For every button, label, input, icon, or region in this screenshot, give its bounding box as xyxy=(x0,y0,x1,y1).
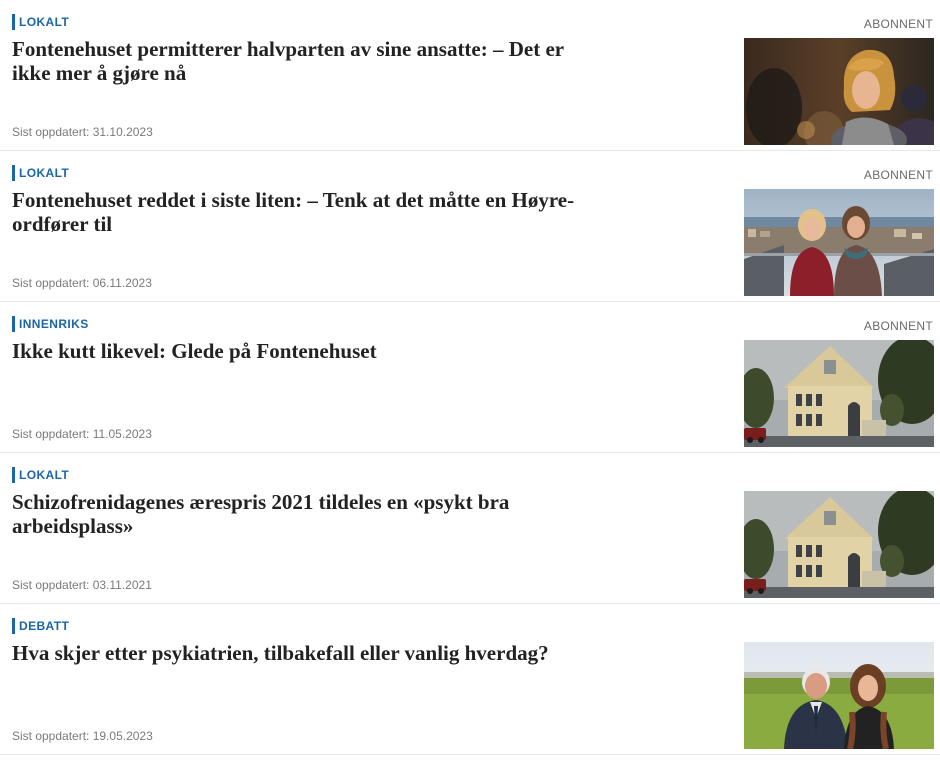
man-and-woman-field-photo xyxy=(744,642,934,749)
yellow-house-photo xyxy=(744,491,934,598)
article-title[interactable]: Schizofrenidagenes ærespris 2021 tildele… xyxy=(12,490,592,538)
article-teaser[interactable]: DEBATT Hva skjer etter psykiatrien, tilb… xyxy=(0,604,940,755)
article-title[interactable]: Fontenehuset reddet i siste liten: – Ten… xyxy=(12,188,592,236)
category-label[interactable]: LOKALT xyxy=(12,14,69,30)
article-thumbnail[interactable] xyxy=(744,38,934,145)
woman-curly-hair-photo xyxy=(744,38,934,145)
subscriber-badge: ABONNENT xyxy=(863,17,933,31)
article-title[interactable]: Hva skjer etter psykiatrien, tilbakefall… xyxy=(12,641,592,665)
article-thumbnail[interactable] xyxy=(744,491,934,598)
category-label[interactable]: LOKALT xyxy=(12,165,69,181)
updated-date: Sist oppdatert: 06.11.2023 xyxy=(12,276,152,290)
article-thumbnail[interactable] xyxy=(744,642,934,749)
subscriber-badge: ABONNENT xyxy=(863,168,933,182)
yellow-house-photo xyxy=(744,340,934,447)
article-list: LOKALT ABONNENT Fontenehuset permitterer… xyxy=(0,0,940,755)
updated-date: Sist oppdatert: 31.10.2023 xyxy=(12,125,153,139)
category-label[interactable]: DEBATT xyxy=(12,618,69,634)
subscriber-badge: ABONNENT xyxy=(863,319,933,333)
updated-date: Sist oppdatert: 11.05.2023 xyxy=(12,427,152,441)
updated-date: Sist oppdatert: 19.05.2023 xyxy=(12,729,153,743)
article-teaser[interactable]: INNENRIKS ABONNENT Ikke kutt likevel: Gl… xyxy=(0,302,940,453)
article-thumbnail[interactable] xyxy=(744,189,934,296)
article-thumbnail[interactable] xyxy=(744,340,934,447)
article-title[interactable]: Fontenehuset permitterer halvparten av s… xyxy=(12,37,592,85)
article-teaser[interactable]: LOKALT Schizofrenidagenes ærespris 2021 … xyxy=(0,453,940,604)
article-teaser[interactable]: LOKALT ABONNENT Fontenehuset reddet i si… xyxy=(0,151,940,302)
article-teaser[interactable]: LOKALT ABONNENT Fontenehuset permitterer… xyxy=(0,0,940,151)
category-label[interactable]: LOKALT xyxy=(12,467,69,483)
two-women-city-view-photo xyxy=(744,189,934,296)
article-title[interactable]: Ikke kutt likevel: Glede på Fontenehuset xyxy=(12,339,592,363)
category-label[interactable]: INNENRIKS xyxy=(12,316,89,332)
updated-date: Sist oppdatert: 03.11.2021 xyxy=(12,578,152,592)
